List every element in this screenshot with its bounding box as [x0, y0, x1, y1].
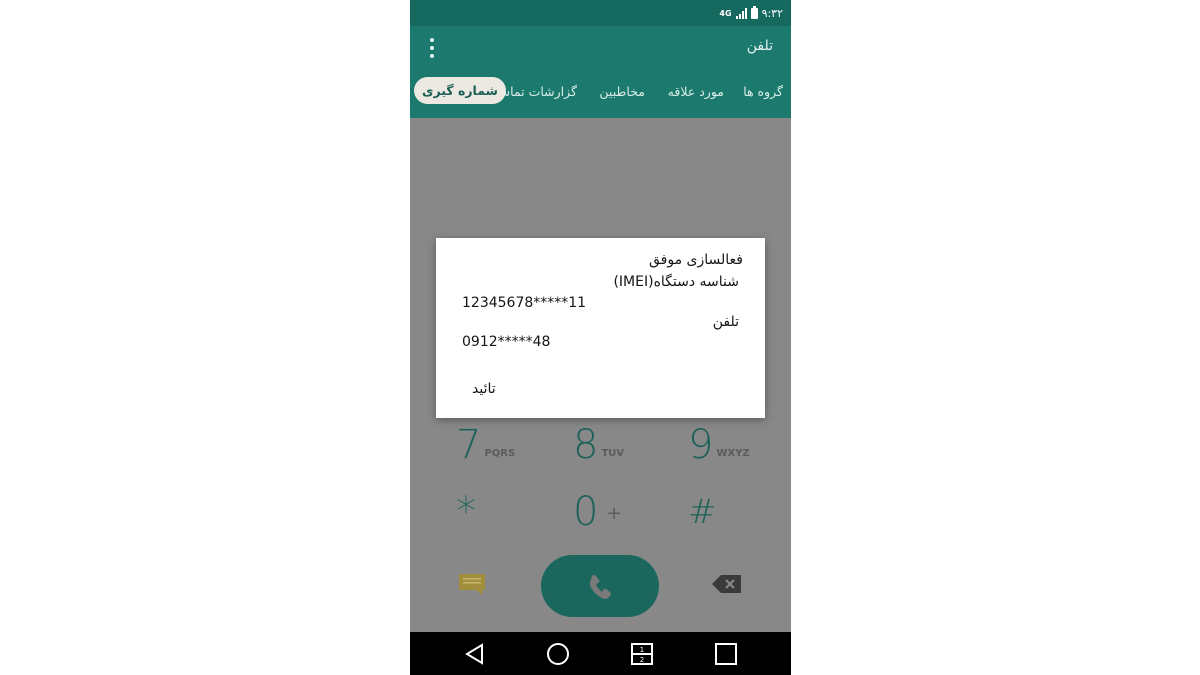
imei-label: شناسه دستگاه(IMEI): [613, 274, 739, 290]
app-bar: تلفن: [410, 26, 791, 70]
imei-value: 12345678*****11: [462, 295, 587, 311]
dual-window-icon[interactable]: 1 2: [630, 642, 654, 666]
key-letters: PQRS: [484, 448, 516, 459]
phone-icon: [589, 575, 611, 599]
dial-key-7[interactable]: 7 PQRS: [456, 425, 515, 465]
recents-icon[interactable]: [714, 642, 738, 666]
status-bar: 4G ۹:۳۲: [410, 0, 791, 26]
back-icon[interactable]: [463, 642, 487, 666]
dialog-title: فعالسازی موفق: [648, 252, 743, 268]
key-digit: 9: [688, 422, 714, 468]
svg-text:1: 1: [640, 646, 644, 654]
dial-key-hash[interactable]: #: [688, 492, 720, 532]
dial-key-8[interactable]: 8 TUV: [573, 425, 624, 465]
message-icon[interactable]: [458, 573, 486, 595]
dial-key-star[interactable]: *: [456, 492, 479, 532]
svg-text:2: 2: [640, 656, 644, 664]
navigation-bar: 1 2: [410, 632, 791, 675]
overflow-menu-icon[interactable]: [424, 36, 440, 60]
phone-label: تلفن: [712, 314, 739, 330]
backspace-icon[interactable]: [712, 574, 742, 594]
call-button[interactable]: [541, 555, 659, 617]
signal-icon: [735, 7, 747, 19]
key-letters: TUV: [601, 448, 625, 459]
dial-key-0[interactable]: 0 +: [573, 492, 622, 532]
key-digit: 0: [573, 489, 599, 535]
app-title: تلفن: [746, 38, 773, 54]
battery-icon: [750, 5, 758, 19]
tab-call-logs[interactable]: گزارشات تماس: [495, 84, 577, 99]
key-digit: 8: [573, 422, 599, 468]
status-icons: 4G ۹:۳۲: [719, 4, 783, 22]
status-time: ۹:۳۲: [761, 6, 783, 20]
key-digit: 7: [456, 422, 482, 468]
tab-dialer[interactable]: شماره گیری: [414, 77, 506, 104]
tab-contacts[interactable]: مخاطبین: [599, 84, 645, 99]
tab-favorites[interactable]: مورد علاقه: [668, 84, 724, 99]
tab-groups[interactable]: گروه ها: [743, 84, 783, 99]
key-letters: +: [606, 503, 622, 524]
home-icon[interactable]: [546, 642, 570, 666]
key-digit: #: [688, 492, 717, 532]
network-type-label: 4G: [719, 8, 732, 18]
key-letters: WXYZ: [716, 448, 750, 459]
dial-key-9[interactable]: 9 WXYZ: [688, 425, 750, 465]
activation-dialog: فعالسازی موفق شناسه دستگاه(IMEI) 1234567…: [436, 238, 765, 418]
tab-bar: گروه ها مورد علاقه مخاطبین گزارشات تماس …: [410, 70, 791, 118]
confirm-button[interactable]: تائید: [472, 381, 496, 397]
key-digit: *: [456, 489, 476, 535]
phone-value: 0912*****48: [462, 334, 551, 350]
